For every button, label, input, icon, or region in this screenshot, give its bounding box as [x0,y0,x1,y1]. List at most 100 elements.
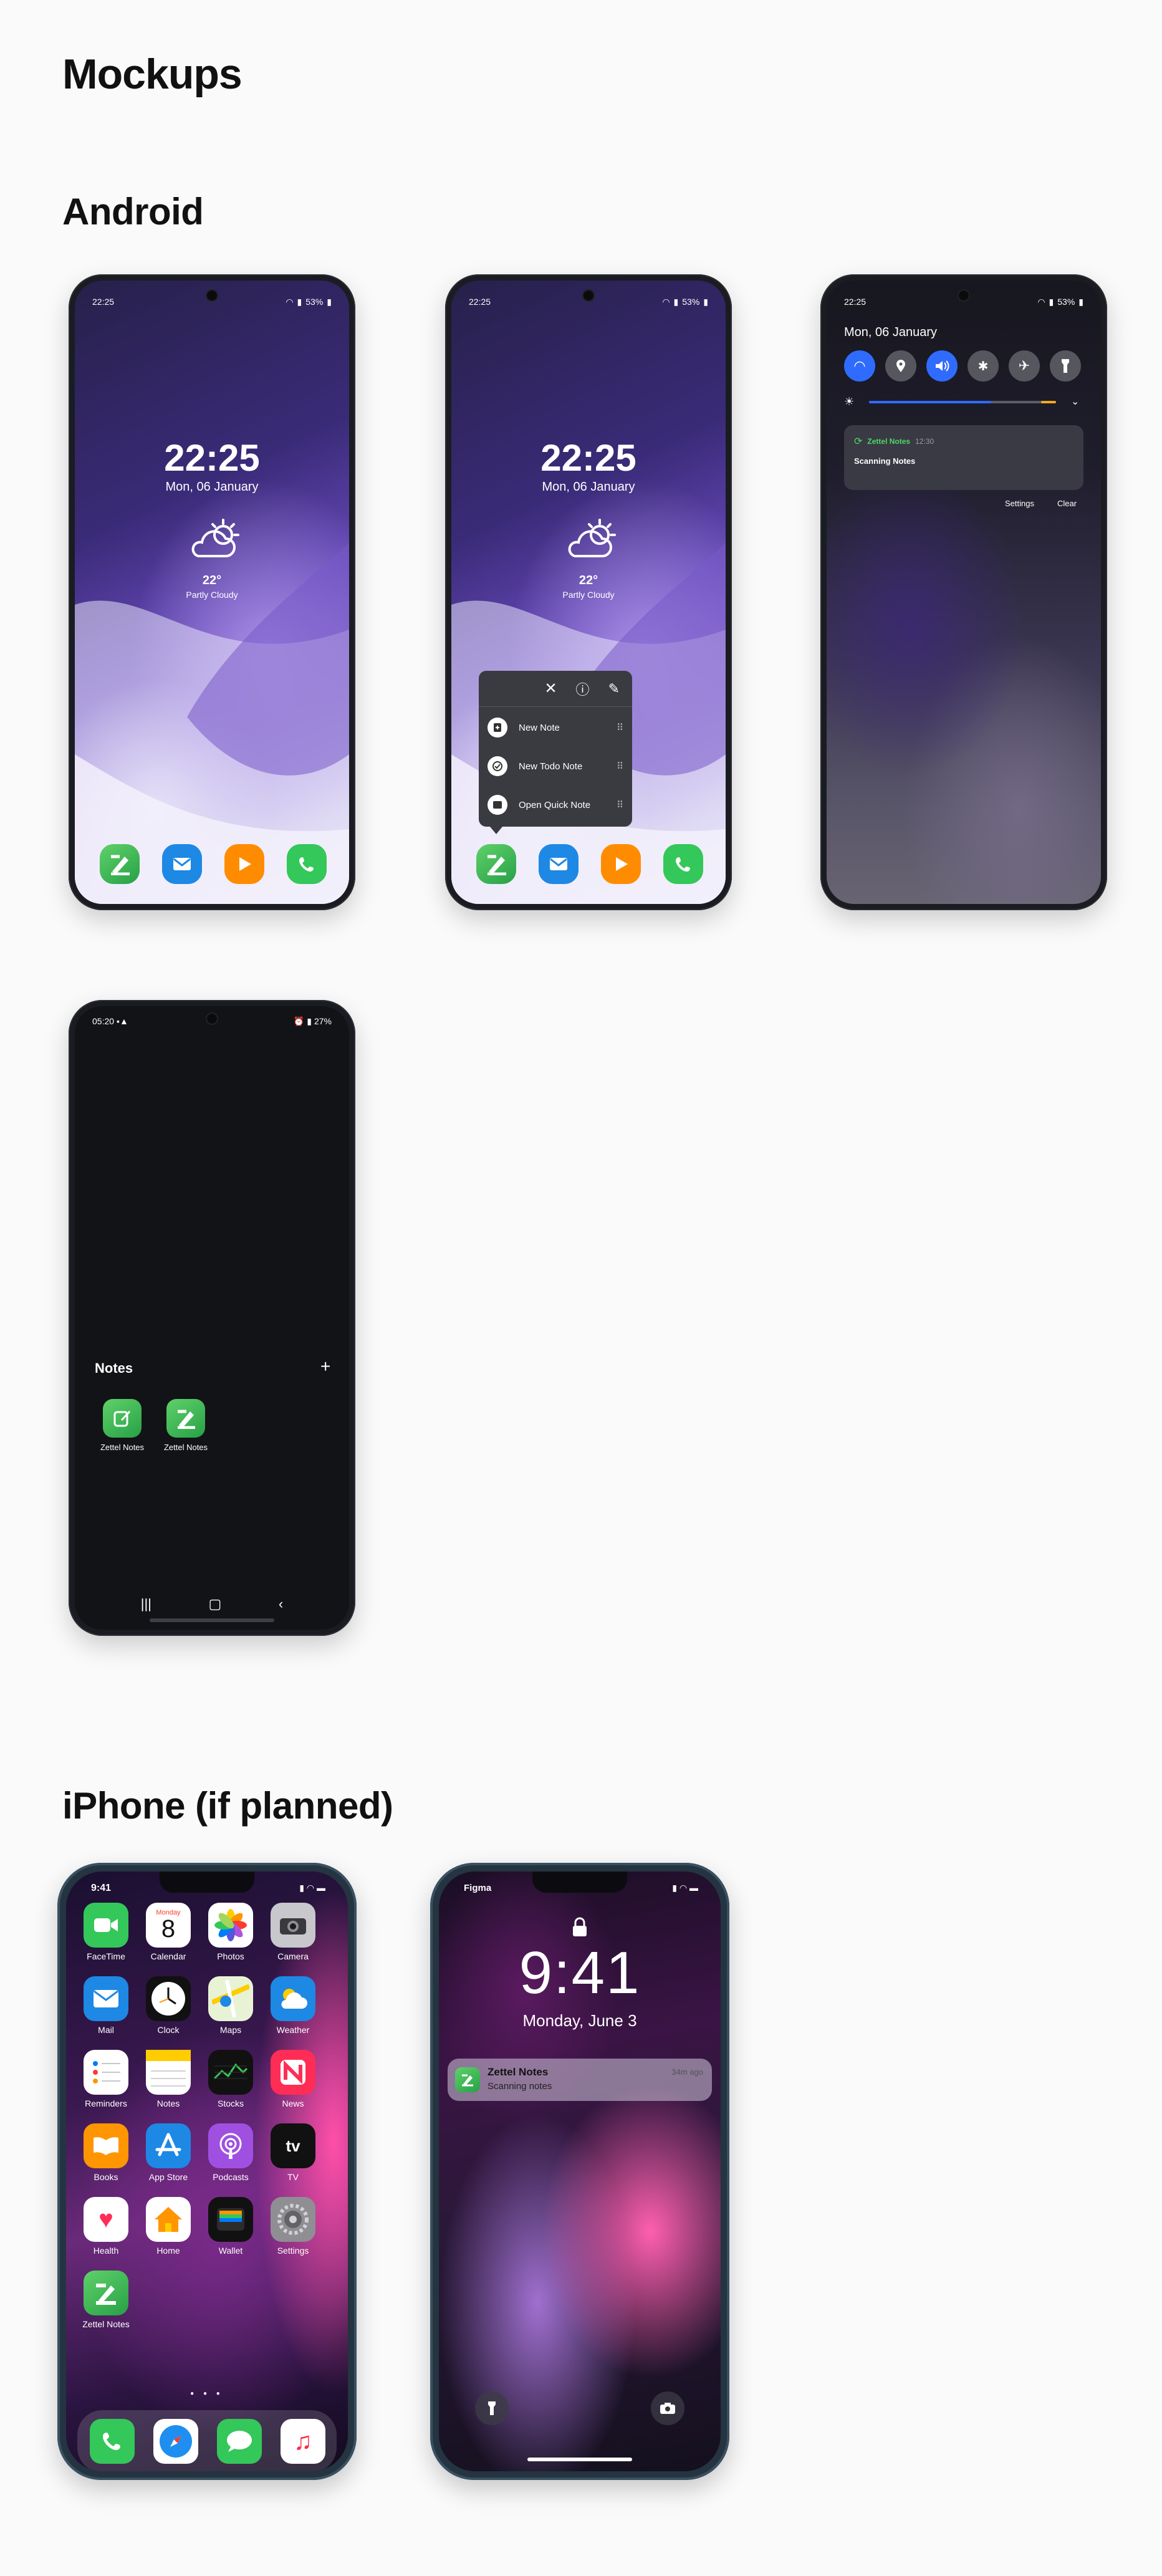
app-zettel-notes[interactable]: Zettel Notes [80,2271,132,2329]
popup-item-open-quick-note[interactable]: Open Quick Note ⠿ [487,789,623,820]
drag-handle-icon[interactable]: ⠿ [617,799,623,810]
app-label: Settings [277,2246,309,2256]
chevron-down-icon[interactable]: ⌄ [1071,395,1079,408]
app-home[interactable]: Home [142,2197,194,2256]
app-notes[interactable]: Notes [142,2050,194,2108]
signal-icon: ▮ [673,296,679,307]
page-title: Mockups [62,50,242,98]
clear-button[interactable]: Clear [1057,499,1077,508]
app-label: Photos [217,1951,244,1961]
dock: ♫ [77,2410,337,2471]
folder-app-label: Zettel Notes [163,1443,208,1452]
bluetooth-toggle[interactable]: ✱ [968,350,999,382]
zettel-notes-app-icon[interactable] [476,844,516,884]
lockscreen-wallpaper: 22:25 ◠ ▮ 53% ▮ 22:25 Mon, 06 January 22… [75,281,349,904]
app-facetime[interactable]: FaceTime [80,1903,132,1961]
android-shortcut-popup-mockup: 22:25 ◠ ▮ 53% ▮ 22:25 Mon, 06 January 22… [445,274,732,910]
drag-handle-icon[interactable]: ⠿ [617,761,623,772]
home-indicator[interactable] [527,2458,632,2461]
airplane-mode-toggle[interactable]: ✈ [1009,350,1040,382]
iphone-home-mockup: 9:41 ▮ ◠ ▬ FaceTime Monday 8 Calendar Photos… [57,1863,357,2480]
notification-card[interactable]: Zettel Notes Scanning notes 34m ago [448,2059,712,2101]
popup-pointer [490,827,502,834]
drag-handle-icon[interactable]: ⠿ [617,722,623,733]
recents-icon[interactable]: ||| [141,1596,151,1612]
app-label: App Store [148,2172,188,2182]
app-reminders[interactable]: Reminders [80,2050,132,2108]
weather-cloud-sun-icon [564,517,620,561]
app-settings[interactable]: Settings [267,2197,319,2256]
play-app-icon[interactable] [224,844,264,884]
back-icon[interactable]: ‹ [279,1596,283,1612]
notification-card[interactable]: ⟳ Zettel Notes 12:30 Scanning Notes [844,425,1083,490]
app-maps[interactable]: Maps [204,1976,257,2035]
folder-app-zettel[interactable]: Zettel Notes [155,1399,217,1452]
signal-icon: ▮ [307,1016,312,1026]
messages-app-icon[interactable] [217,2419,262,2464]
app-calendar[interactable]: Monday 8 Calendar [142,1903,194,1961]
app-clock[interactable]: Clock [142,1976,194,2035]
app-label: Maps [219,2025,242,2035]
app-label: Reminders [85,2098,127,2108]
app-store-app-icon [146,2123,191,2168]
iphone-lock-screen: Figma ▮ ◠ ▬ 9:41 Monday, June 3 Zettel N… [439,1872,721,2471]
app-books[interactable]: Books [80,2123,132,2182]
signal-icon: ▮ [297,296,302,307]
phone-app-icon[interactable] [90,2419,135,2464]
lock-date: Monday, June 3 [522,2011,637,2030]
app-label: Home [156,2246,180,2256]
brightness-slider[interactable] [869,401,1056,403]
camera-button[interactable] [651,2391,684,2425]
popup-toolbar: ✕ ⓘ ✎ [479,671,632,707]
app-mail[interactable]: Mail [80,1976,132,2035]
zettel-notes-app-icon [84,2271,128,2315]
edit-pencil-icon[interactable]: ✎ [608,681,620,697]
app-photos[interactable]: Photos [204,1903,257,1961]
clock-app-icon [146,1976,191,2021]
music-app-icon[interactable]: ♫ [281,2419,325,2464]
folder-app-zettel-quick[interactable]: Zettel Notes [91,1399,153,1452]
app-podcasts[interactable]: Podcasts [204,2123,257,2182]
flashlight-toggle[interactable] [1050,350,1081,382]
popup-item-new-note[interactable]: New Note ⠿ [487,712,623,743]
app-health[interactable]: ♥ Health [80,2197,132,2256]
photos-app-icon [208,1903,253,1948]
phone-app-icon[interactable] [287,844,327,884]
flashlight-button[interactable] [475,2391,509,2425]
close-icon[interactable]: ✕ [544,680,557,698]
lock-date: Mon, 06 January [165,480,259,494]
status-time: 9:41 [91,1883,112,1893]
app-news[interactable]: News [267,2050,319,2108]
section-iphone-title: iPhone (if planned) [62,1785,393,1827]
notification-app-name: Zettel Notes [867,437,911,446]
app-stocks[interactable]: Stocks [204,2050,257,2108]
home-icon[interactable]: ▢ [209,1596,222,1612]
notification-time: 12:30 [915,437,934,446]
wifi-toggle[interactable]: ◠ [844,350,875,382]
android-notification-shade-mockup: 22:25 ◠ ▮ 53% ▮ Mon, 06 January ◠ ✱ ✈ ☀ … [820,274,1107,910]
status-icons: ▮ ◠ ▬ [672,1883,698,1893]
location-toggle[interactable] [885,350,916,382]
weather-description: Partly Cloudy [186,590,238,600]
app-wallet[interactable]: Wallet [204,2197,257,2256]
popup-item-new-todo-note[interactable]: New Todo Note ⠿ [487,751,623,782]
app-app-store[interactable]: App Store [142,2123,194,2182]
info-icon[interactable]: ⓘ [576,679,590,699]
sound-toggle[interactable] [926,350,958,382]
app-label: Weather [276,2025,310,2035]
zettel-notes-app-icon[interactable] [100,844,140,884]
email-app-icon[interactable] [539,844,579,884]
battery-percent: 27% [314,1016,332,1026]
play-app-icon[interactable] [601,844,641,884]
settings-button[interactable]: Settings [1005,499,1034,508]
app-weather[interactable]: Weather [267,1976,319,2035]
app-camera[interactable]: Camera [267,1903,319,1961]
safari-app-icon[interactable] [153,2419,198,2464]
email-app-icon[interactable] [162,844,202,884]
signal-icon: ▮ [1049,296,1054,307]
add-button[interactable]: + [320,1357,330,1377]
status-bar: 22:25 ◠ ▮ 53% ▮ [469,294,708,309]
phone-app-icon[interactable] [663,844,703,884]
app-tv[interactable]: tv TV [267,2123,319,2182]
status-time: 05:20 [92,1016,115,1026]
